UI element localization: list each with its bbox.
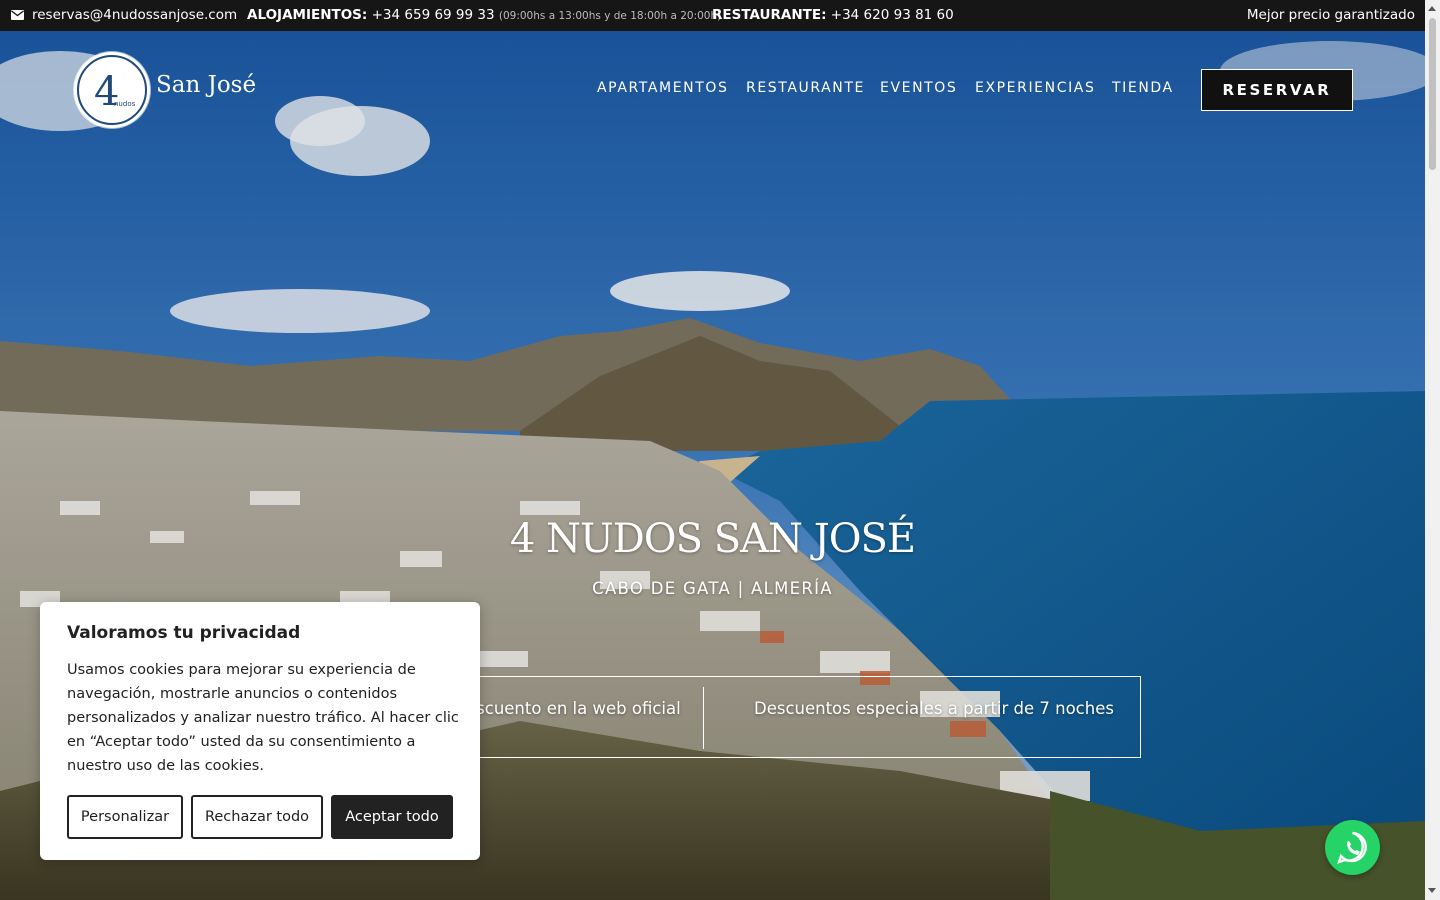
restaurant-label: RESTAURANTE: bbox=[712, 7, 827, 23]
logo-mark-icon: 4 nudos bbox=[77, 55, 147, 125]
whatsapp-icon bbox=[1337, 831, 1367, 864]
logo-mark-text: nudos bbox=[114, 100, 136, 108]
svg-text:4: 4 bbox=[94, 69, 119, 115]
site-logo[interactable]: 4 nudos bbox=[74, 52, 150, 128]
nav-restaurante[interactable]: RESTAURANTE bbox=[746, 80, 865, 96]
lodging-hours: (09:00hs a 13:00hs y de 18:00h a 20:00h) bbox=[498, 10, 722, 22]
reject-all-button[interactable]: Rechazar todo bbox=[191, 795, 323, 839]
customize-button[interactable]: Personalizar bbox=[67, 795, 183, 839]
cookie-consent-dialog: Valoramos tu privacidad Usamos cookies p… bbox=[40, 602, 480, 860]
page-scrollbar[interactable] bbox=[1425, 0, 1440, 900]
cookie-body: Usamos cookies para mejorar su experienc… bbox=[67, 662, 459, 774]
restaurant-contact: RESTAURANTE: +34 620 93 81 60 bbox=[712, 0, 954, 31]
nav-experiencias[interactable]: EXPERIENCIAS bbox=[975, 80, 1095, 96]
nav-tienda[interactable]: TIENDA bbox=[1112, 80, 1174, 96]
scroll-up-icon[interactable] bbox=[1428, 6, 1436, 11]
email-link[interactable]: reservas@4nudossanjose.com bbox=[32, 0, 237, 31]
reserve-button[interactable]: RESERVAR bbox=[1201, 69, 1353, 111]
whatsapp-button[interactable] bbox=[1325, 820, 1380, 875]
top-info-bar: reservas@4nudossanjose.com ALOJAMIENTOS:… bbox=[0, 0, 1425, 31]
promo-right-text: Descuentos especiales a partir de 7 noch… bbox=[754, 699, 1114, 718]
scroll-down-icon[interactable] bbox=[1428, 888, 1436, 893]
logo-text[interactable]: San José bbox=[156, 72, 256, 98]
lodging-phone[interactable]: +34 659 69 99 33 bbox=[372, 7, 495, 23]
nav-apartamentos[interactable]: APARTAMENTOS bbox=[597, 80, 729, 96]
nav-eventos[interactable]: EVENTOS bbox=[880, 80, 957, 96]
hero-title: 4 NUDOS SAN JOSÉ bbox=[509, 516, 916, 562]
envelope-icon bbox=[11, 10, 24, 20]
restaurant-phone[interactable]: +34 620 93 81 60 bbox=[831, 7, 954, 23]
best-price-text: Mejor precio garantizado bbox=[1246, 7, 1415, 23]
promo-divider bbox=[703, 687, 704, 749]
scrollbar-thumb[interactable] bbox=[1429, 18, 1436, 170]
lodging-label: ALOJAMIENTOS: bbox=[247, 7, 368, 23]
cookie-title: Valoramos tu privacidad bbox=[67, 623, 301, 643]
promo-left-text: escuento en la web oficial bbox=[466, 699, 681, 718]
hero-subtitle: CABO DE GATA | ALMERÍA bbox=[592, 579, 833, 598]
lodging-contact: ALOJAMIENTOS: +34 659 69 99 33 (09:00hs … bbox=[247, 0, 721, 31]
accept-all-button[interactable]: Aceptar todo bbox=[331, 795, 453, 839]
